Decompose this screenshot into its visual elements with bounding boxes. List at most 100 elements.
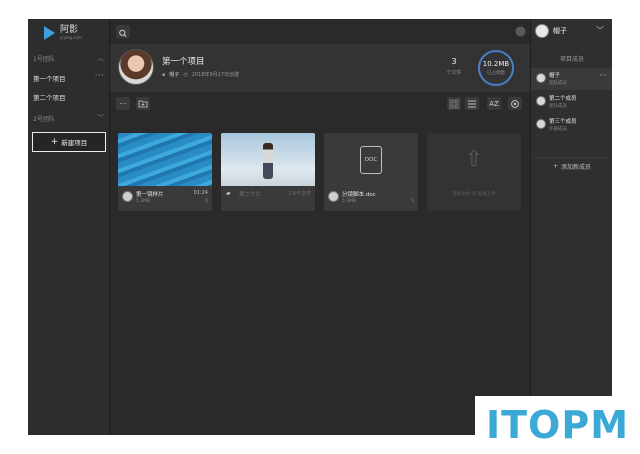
uploader-avatar <box>328 191 339 202</box>
members-panel: 帽子 ﹀ 项目成员 帽子 团队成员 ··· 第二个成员 团队成员 第三个成员 外… <box>515 19 612 435</box>
file-size: 5.3MB <box>136 199 151 204</box>
sort-button[interactable]: AZ <box>487 97 501 110</box>
new-project-label: 新建项目 <box>61 139 88 147</box>
file-card[interactable]: DOC 分镜脚本.doc 5.3MB 5 <box>324 133 418 211</box>
project-owner: 帽子 <box>169 72 180 78</box>
members-title: 项目成员 <box>559 56 584 63</box>
file-name: 第一镜样片 <box>136 192 164 198</box>
more-actions-button[interactable]: ··· <box>116 97 130 110</box>
logo-name: 阿影 <box>60 25 79 35</box>
chevron-down-icon[interactable]: ﹀ <box>97 113 104 123</box>
folder-thumbnail <box>221 133 315 186</box>
grid-icon <box>449 99 459 108</box>
file-size: 5.3MB <box>342 199 357 204</box>
add-member-button[interactable]: + 添加新成员 <box>535 157 609 175</box>
clock-icon: ◷ <box>183 71 188 78</box>
team-group-1[interactable]: 1号团队 ︿ <box>28 52 110 66</box>
member-item[interactable]: 第三个成员 外部成员 <box>531 114 612 136</box>
new-project-button[interactable]: + 新建项目 <box>32 132 106 152</box>
member-name: 帽子 <box>549 73 561 79</box>
user-avatar <box>535 24 549 38</box>
thumbnail-figure <box>263 143 273 179</box>
sidebar-item-project-2[interactable]: 第二个项目 <box>28 89 110 105</box>
team-label: 1号团队 <box>33 56 55 63</box>
notification-icon[interactable] <box>515 26 526 37</box>
document-icon: DOC <box>360 145 382 174</box>
top-bar <box>110 19 530 44</box>
member-item[interactable]: 帽子 团队成员 ··· <box>531 68 612 90</box>
grid-view-button[interactable] <box>447 97 461 110</box>
project-avatar[interactable] <box>118 49 154 85</box>
new-folder-button[interactable] <box>136 97 150 110</box>
watermark: ITOPM <box>475 396 640 454</box>
upload-icon: ⇧ <box>464 147 484 172</box>
project-header: 第一个项目 ▪ 帽子 ◷ 2018年9月17日创建 3 个文件 10.2MB 已… <box>110 44 530 92</box>
search-button[interactable] <box>116 25 130 38</box>
sidebar: 阿影 yiying.com 1号团队 ︿ 第一个项目 ··· 第二个项目 2号团… <box>28 19 110 435</box>
doc-badge: DOC <box>364 156 378 163</box>
gear-icon <box>511 99 519 108</box>
more-icon[interactable]: ··· <box>599 71 607 80</box>
member-avatar <box>536 96 546 106</box>
file-count-label: 个文件 <box>446 70 462 76</box>
comment-count: 4 <box>205 199 208 204</box>
sidebar-item-project-1[interactable]: 第一个项目 ··· <box>28 70 110 86</box>
file-grid: 第一镜样片 5.3MB 01:24 4 ▰ 第二个片 2.6个文件 DOC 分镜… <box>118 133 522 213</box>
app-logo[interactable]: 阿影 yiying.com <box>44 25 82 40</box>
video-thumbnail <box>118 133 212 186</box>
file-card[interactable]: 第一镜样片 5.3MB 01:24 4 <box>118 133 212 211</box>
team-group-2[interactable]: 2号团队 ﹀ <box>28 112 110 126</box>
member-name: 第二个成员 <box>549 96 577 102</box>
member-avatar <box>536 119 546 129</box>
list-view-button[interactable] <box>465 97 479 110</box>
uploader-avatar <box>122 191 133 202</box>
member-avatar <box>536 73 546 83</box>
current-user-name: 帽子 <box>553 27 567 35</box>
plus-icon: + <box>50 136 59 147</box>
file-count: 3 <box>451 57 457 66</box>
folder-plus-icon <box>138 100 148 108</box>
member-role: 团队成员 <box>549 81 567 86</box>
sort-label: AZ <box>489 99 499 108</box>
logo-subtitle: yiying.com <box>60 35 82 40</box>
comment-count: 5 <box>411 199 414 204</box>
file-duration: 01:24 <box>193 190 208 196</box>
app-window: 阿影 yiying.com 1号团队 ︿ 第一个项目 ··· 第二个项目 2号团… <box>28 19 612 435</box>
chevron-up-icon[interactable]: ︿ <box>97 53 104 63</box>
upload-hint: 选择文件 或 拖拽上传 <box>452 192 496 197</box>
file-name: 第二个片 <box>239 192 262 198</box>
sidebar-item-label: 第一个项目 <box>33 75 66 83</box>
upload-card[interactable]: ⇧ 选择文件 或 拖拽上传 <box>427 133 521 211</box>
storage-label: 已占储量 <box>487 71 505 76</box>
member-name: 第三个成员 <box>549 119 577 125</box>
settings-button[interactable] <box>508 97 522 110</box>
chevron-down-icon[interactable]: ﹀ <box>596 25 604 36</box>
logo-icon <box>44 25 55 40</box>
folder-card[interactable]: ▰ 第二个片 2.6个文件 <box>221 133 315 211</box>
storage-value: 10.2MB <box>482 60 510 68</box>
member-role: 团队成员 <box>549 104 567 109</box>
more-icon: ··· <box>119 99 127 108</box>
add-member-label: 添加新成员 <box>561 164 592 171</box>
doc-thumbnail: DOC <box>324 133 418 186</box>
folder-file-count: 2.6个文件 <box>288 191 311 197</box>
plus-icon: + <box>552 163 558 170</box>
folder-icon: ▰ <box>226 190 231 197</box>
user-menu[interactable]: 帽子 ﹀ <box>535 24 604 38</box>
file-toolbar: ··· AZ <box>110 94 530 114</box>
search-icon <box>119 29 127 38</box>
member-item[interactable]: 第二个成员 团队成员 <box>531 91 612 113</box>
project-meta: ▪ 帽子 ◷ 2018年9月17日创建 <box>162 71 240 79</box>
list-icon <box>468 100 476 107</box>
sidebar-item-label: 第二个项目 <box>33 94 66 102</box>
watermark-text: ITOPM <box>485 403 630 447</box>
user-icon: ▪ <box>162 71 166 78</box>
member-role: 外部成员 <box>549 127 567 132</box>
file-name: 分镜脚本.doc <box>342 192 376 198</box>
project-title: 第一个项目 <box>162 57 205 67</box>
storage-usage-ring: 10.2MB 已占储量 <box>478 50 514 86</box>
file-count-stat: 3 个文件 <box>440 57 468 76</box>
main-panel: 第一个项目 ▪ 帽子 ◷ 2018年9月17日创建 3 个文件 10.2MB 已… <box>110 19 530 435</box>
more-icon[interactable]: ··· <box>95 71 104 80</box>
project-created: 2018年9月17日创建 <box>191 72 240 78</box>
